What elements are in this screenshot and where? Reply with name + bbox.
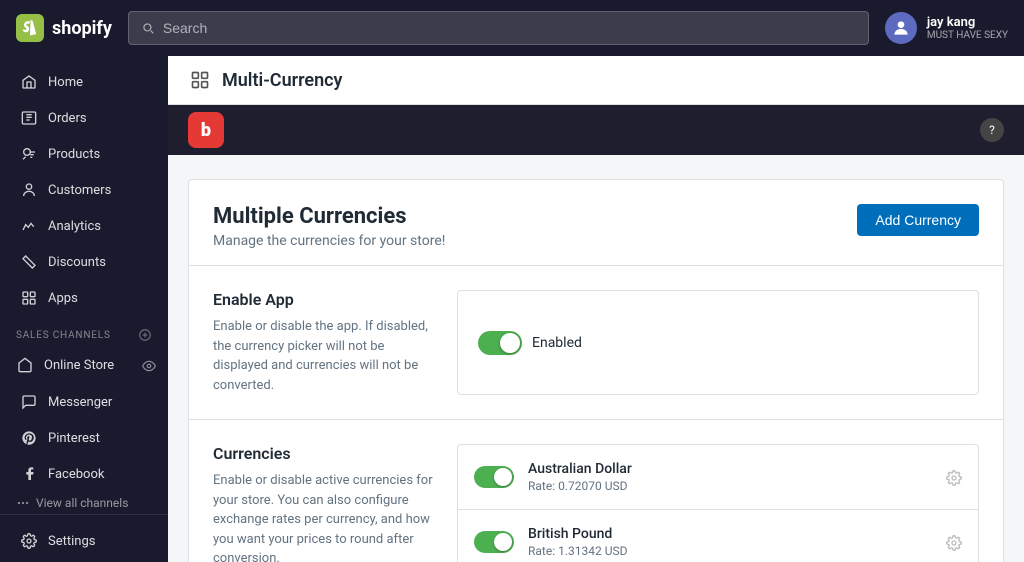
currency-info-aud: Australian Dollar Rate: 0.72070 USD xyxy=(528,461,946,493)
help-button[interactable]: ? xyxy=(980,118,1004,142)
view-all-channels[interactable]: View all channels xyxy=(0,492,168,514)
sidebar: Home Orders Products Customers Analytics xyxy=(0,56,168,562)
main-content: Multi-Currency b ? Multiple Currencies M… xyxy=(168,56,1024,562)
mc-header: Multiple Currencies Manage the currencie… xyxy=(189,180,1003,265)
sidebar-item-discounts[interactable]: Discounts xyxy=(4,245,164,279)
content-area: Multiple Currencies Manage the currencie… xyxy=(168,155,1024,562)
customers-icon xyxy=(20,181,38,199)
page-title: Multi-Currency xyxy=(222,70,342,91)
orders-icon xyxy=(20,109,38,127)
settings-icon xyxy=(20,532,38,550)
sidebar-bottom: Settings xyxy=(0,514,168,559)
online-store-icon xyxy=(16,356,34,374)
currencies-section: Currencies Enable or disable active curr… xyxy=(189,419,1003,562)
sidebar-item-online-store[interactable]: Online Store xyxy=(10,352,134,378)
currency-item-gbp: British Pound Rate: 1.31342 USD xyxy=(458,510,978,562)
sidebar-item-settings[interactable]: Settings xyxy=(4,524,164,558)
currency-toggle-knob-aud xyxy=(494,468,512,486)
analytics-icon xyxy=(20,217,38,235)
sidebar-item-orders[interactable]: Orders xyxy=(4,101,164,135)
currency-gear-gbp[interactable] xyxy=(946,533,962,552)
toggle-label: Enabled xyxy=(532,335,582,351)
eye-icon[interactable] xyxy=(134,356,164,375)
mc-header-text: Multiple Currencies Manage the currencie… xyxy=(213,204,445,249)
currencies-desc: Enable or disable active currencies for … xyxy=(213,471,433,562)
sidebar-item-home[interactable]: Home xyxy=(4,65,164,99)
search-input[interactable] xyxy=(163,20,856,36)
main-card: Multiple Currencies Manage the currencie… xyxy=(188,179,1004,562)
mc-subtitle: Manage the currencies for your store! xyxy=(213,233,445,249)
avatar xyxy=(885,12,917,44)
user-subtitle: MUST HAVE SEXY xyxy=(927,30,1008,41)
currency-toggle-gbp[interactable] xyxy=(474,531,514,553)
messenger-icon xyxy=(20,393,38,411)
sales-channels-label: SALES CHANNELS xyxy=(0,316,168,346)
currency-item-aud: Australian Dollar Rate: 0.72070 USD xyxy=(458,445,978,510)
add-channel-icon[interactable] xyxy=(138,328,152,342)
pinterest-label: Pinterest xyxy=(48,431,100,446)
enable-app-right: Enabled xyxy=(457,290,979,395)
view-all-label: View all channels xyxy=(36,496,128,510)
facebook-label: Facebook xyxy=(48,467,104,482)
add-currency-button[interactable]: Add Currency xyxy=(857,204,979,236)
currency-rate-gbp: Rate: 1.31342 USD xyxy=(528,544,946,558)
currencies-left: Currencies Enable or disable active curr… xyxy=(213,444,433,562)
shopify-logo-icon xyxy=(16,14,44,42)
sidebar-item-apps-label: Apps xyxy=(48,291,78,306)
online-store-label: Online Store xyxy=(44,358,114,373)
settings-label: Settings xyxy=(48,534,95,549)
sidebar-item-apps[interactable]: Apps xyxy=(4,281,164,315)
app-banner-logo: b xyxy=(188,112,224,148)
currencies-list: Australian Dollar Rate: 0.72070 USD xyxy=(457,444,979,562)
sidebar-item-home-label: Home xyxy=(48,75,83,90)
currency-info-gbp: British Pound Rate: 1.31342 USD xyxy=(528,526,946,558)
currencies-title: Currencies xyxy=(213,444,433,463)
currency-toggle-knob-gbp xyxy=(494,533,512,551)
shopify-logo-text: shopify xyxy=(52,18,112,39)
enable-app-section: Enable App Enable or disable the app. If… xyxy=(189,265,1003,419)
top-navigation: shopify jay kang MUST HAVE SEXY xyxy=(0,0,1024,56)
products-icon xyxy=(20,145,38,163)
page-header: Multi-Currency xyxy=(168,56,1024,105)
mc-title: Multiple Currencies xyxy=(213,204,445,229)
facebook-icon xyxy=(20,465,38,483)
shopify-logo[interactable]: shopify xyxy=(16,14,112,42)
sidebar-item-products[interactable]: Products xyxy=(4,137,164,171)
messenger-label: Messenger xyxy=(48,395,112,410)
home-icon xyxy=(20,73,38,91)
currency-name-aud: Australian Dollar xyxy=(528,461,946,477)
sidebar-item-analytics-label: Analytics xyxy=(48,219,101,234)
sidebar-item-products-label: Products xyxy=(48,147,100,162)
sidebar-item-customers[interactable]: Customers xyxy=(4,173,164,207)
currency-name-gbp: British Pound xyxy=(528,526,946,542)
sidebar-item-messenger[interactable]: Messenger xyxy=(4,385,164,419)
sidebar-item-discounts-label: Discounts xyxy=(48,255,106,270)
toggle-container: Enabled xyxy=(478,331,582,355)
search-icon xyxy=(141,21,155,35)
enable-app-left: Enable App Enable or disable the app. If… xyxy=(213,290,433,395)
currency-rate-aud: Rate: 0.72070 USD xyxy=(528,479,946,493)
sidebar-item-customers-label: Customers xyxy=(48,183,111,198)
search-bar[interactable] xyxy=(128,11,869,45)
page-header-icon xyxy=(188,68,212,92)
toggle-knob xyxy=(500,333,520,353)
user-text: jay kang MUST HAVE SEXY xyxy=(927,15,1008,41)
user-name: jay kang xyxy=(927,15,1008,30)
apps-icon xyxy=(20,289,38,307)
sidebar-item-orders-label: Orders xyxy=(48,111,87,126)
sidebar-item-pinterest[interactable]: Pinterest xyxy=(4,421,164,455)
app-banner: b ? xyxy=(168,105,1024,155)
enable-app-toggle[interactable] xyxy=(478,331,522,355)
pinterest-icon xyxy=(20,429,38,447)
currency-gear-aud[interactable] xyxy=(946,468,962,487)
user-info: jay kang MUST HAVE SEXY xyxy=(885,12,1008,44)
sidebar-item-facebook[interactable]: Facebook xyxy=(4,457,164,491)
enable-app-title: Enable App xyxy=(213,290,433,309)
enable-app-desc: Enable or disable the app. If disabled, … xyxy=(213,317,433,395)
sidebar-item-analytics[interactable]: Analytics xyxy=(4,209,164,243)
app-body: Home Orders Products Customers Analytics xyxy=(0,56,1024,562)
discounts-icon xyxy=(20,253,38,271)
currency-toggle-aud[interactable] xyxy=(474,466,514,488)
